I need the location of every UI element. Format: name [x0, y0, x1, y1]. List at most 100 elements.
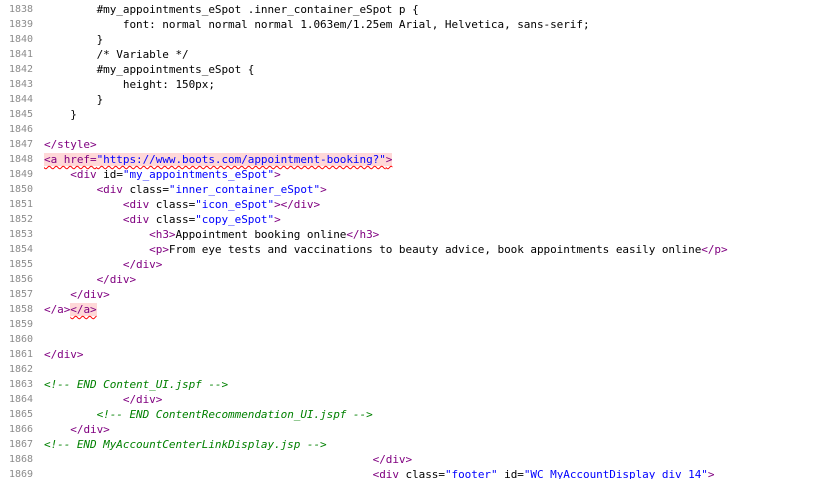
code-token-tag: >	[320, 183, 327, 196]
line-number: 1856	[9, 274, 34, 285]
code-line[interactable]: 1854 <p>From eye tests and vaccinations …	[0, 242, 828, 257]
code-line[interactable]: 1868 </div>	[0, 452, 828, 467]
code-line[interactable]: 1853 <h3>Appointment booking online</h3>	[0, 227, 828, 242]
code-line[interactable]: 1862	[0, 362, 828, 377]
line-content: <h3>Appointment booking online</h3>	[44, 227, 379, 242]
code-line[interactable]: 1864 </div>	[0, 392, 828, 407]
line-content: </div>	[44, 347, 83, 362]
line-number: 1842	[9, 64, 34, 75]
line-content: <div class="icon_eSpot"></div>	[44, 197, 320, 212]
line-number: 1861	[9, 349, 34, 360]
code-token-plain: }	[44, 33, 104, 46]
code-line[interactable]: 1863 <!-- END Content_UI.jspf -->	[0, 377, 828, 392]
code-line[interactable]: 1850 <div class="inner_container_eSpot">	[0, 182, 828, 197]
code-token-comment: <!-- END Content_UI.jspf -->	[44, 378, 229, 391]
code-line[interactable]: 1856 </div>	[0, 272, 828, 287]
code-line[interactable]: 1842 #my_appointments_eSpot {	[0, 62, 828, 77]
line-number: 1868	[9, 454, 34, 465]
code-token-value: "copy_eSpot"	[195, 213, 275, 226]
line-content: </div>	[44, 452, 412, 467]
code-line[interactable]: 1839 font: normal normal normal 1.063em/…	[0, 17, 828, 32]
code-token-tag: </style>	[44, 138, 97, 151]
code-line[interactable]: 1859	[0, 317, 828, 332]
code-line[interactable]: 1844 }	[0, 92, 828, 107]
line-content: </a></a>	[44, 302, 97, 317]
line-number: 1845	[9, 109, 34, 120]
line-number: 1843	[9, 79, 34, 90]
code-line[interactable]: 1867 <!-- END MyAccountCenterLinkDisplay.…	[0, 437, 828, 452]
line-content: </style>	[44, 137, 97, 152]
line-content: }	[44, 107, 77, 122]
code-token-plain: font: normal normal normal 1.063em/1.25e…	[44, 18, 590, 31]
code-line[interactable]: 1860	[0, 332, 828, 347]
code-line[interactable]: 1847 </style>	[0, 137, 828, 152]
code-token-tag: </div>	[70, 288, 110, 301]
code-line[interactable]: 1840 }	[0, 32, 828, 47]
code-line[interactable]: 1851 <div class="icon_eSpot"></div>	[0, 197, 828, 212]
line-number: 1867	[9, 439, 34, 450]
code-token-tag: </div>	[122, 393, 163, 406]
syntax-error-token: </a>	[70, 303, 97, 316]
line-number: 1855	[9, 259, 34, 270]
line-content: /* Variable */	[44, 47, 189, 62]
code-token-tag: </div>	[96, 273, 137, 286]
line-number: 1854	[9, 244, 34, 255]
code-line[interactable]: 1846	[0, 122, 828, 137]
line-number: 1844	[9, 94, 34, 105]
code-token-value: "my_appointments_eSpot"	[122, 168, 275, 181]
code-token-comment: <!-- END ContentRecommendation_UI.jspf -…	[96, 408, 373, 421]
code-token-attr: class=	[405, 468, 445, 479]
code-line[interactable]: 1855 </div>	[0, 257, 828, 272]
code-token-attr: class=	[155, 198, 196, 211]
code-line[interactable]: 1843 height: 150px;	[0, 77, 828, 92]
code-line[interactable]: 1848 <a href="https://www.boots.com/appoi…	[0, 152, 828, 167]
line-content: height: 150px;	[44, 77, 215, 92]
code-token-attr: class=	[129, 183, 169, 196]
line-content: #my_appointments_eSpot {	[44, 62, 255, 77]
line-content: <div class="copy_eSpot">	[44, 212, 281, 227]
code-line[interactable]: 1852 <div class="copy_eSpot">	[0, 212, 828, 227]
code-line[interactable]: 1845 }	[0, 107, 828, 122]
line-content: </div>	[44, 422, 110, 437]
code-token-attr: id=	[103, 168, 123, 181]
code-token-tag: </div>	[70, 423, 110, 436]
line-number: 1859	[9, 319, 34, 330]
code-line[interactable]: 1849 <div id="my_appointments_eSpot">	[0, 167, 828, 182]
line-number: 1847	[9, 139, 34, 150]
code-line[interactable]: 1841 /* Variable */	[0, 47, 828, 62]
code-token-tag: </a>	[44, 303, 71, 316]
line-content: <!-- END ContentRecommendation_UI.jspf -…	[44, 407, 373, 422]
code-line[interactable]: 1869 <div class="footer" id="WC_MyAccoun…	[0, 467, 828, 479]
code-token-plain: height: 150px;	[44, 78, 215, 91]
line-content: <!-- END Content_UI.jspf -->	[44, 377, 228, 392]
line-number: 1866	[9, 424, 34, 435]
line-number: 1857	[9, 289, 34, 300]
code-token-tag: <div	[70, 168, 104, 181]
source-code-view[interactable]: 1838 #my_appointments_eSpot .inner_conta…	[0, 0, 828, 479]
code-line[interactable]: 1861 </div>	[0, 347, 828, 362]
code-line[interactable]: 1865 <!-- END ContentRecommendation_UI.j…	[0, 407, 828, 422]
line-number: 1849	[9, 169, 34, 180]
line-content: <p>From eye tests and vaccinations to be…	[44, 242, 727, 257]
code-token-tag: <div	[96, 183, 130, 196]
code-token-value: "footer"	[444, 468, 498, 479]
code-line[interactable]: 1857 </div>	[0, 287, 828, 302]
code-token-tag: <p>	[149, 243, 169, 256]
code-line[interactable]: 1866 </div>	[0, 422, 828, 437]
code-token-comment: <!-- END MyAccountCenterLinkDisplay.jsp …	[44, 438, 327, 451]
line-number: 1846	[9, 124, 34, 135]
code-line[interactable]: 1858 </a></a>	[0, 302, 828, 317]
syntax-error-token: >	[385, 153, 393, 166]
line-content: </div>	[44, 392, 162, 407]
code-line[interactable]: 1838 #my_appointments_eSpot .inner_conta…	[0, 2, 828, 17]
